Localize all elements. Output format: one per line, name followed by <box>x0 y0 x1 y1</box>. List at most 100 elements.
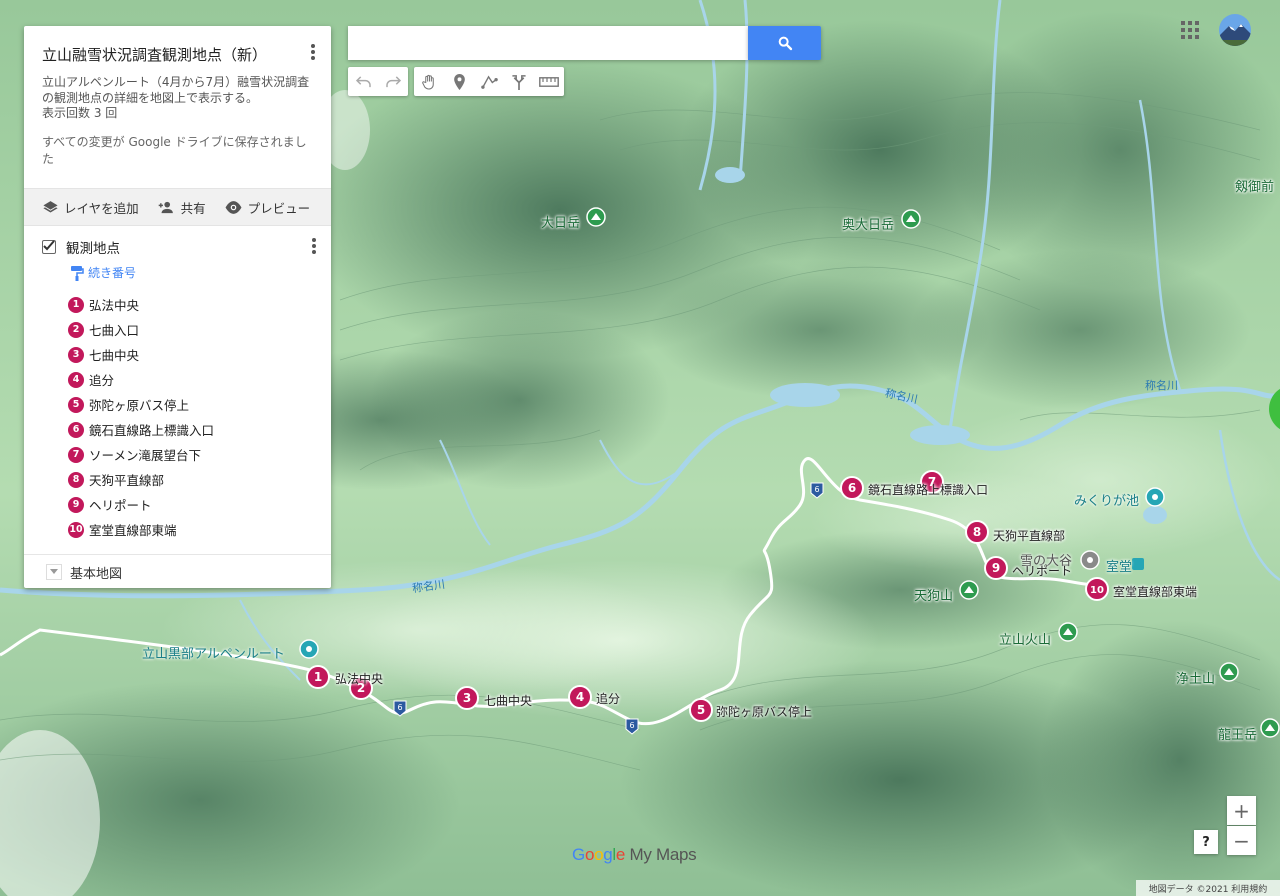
observation-point-item[interactable]: 6 鏡石直線路上標識入口 <box>68 417 214 442</box>
panel-actions: レイヤを追加 共有 プレビュー <box>24 188 331 226</box>
mountain-icon[interactable] <box>959 580 979 600</box>
add-person-icon <box>158 201 173 213</box>
route-number: 6 <box>397 703 402 712</box>
preview-button[interactable]: プレビュー <box>224 198 311 217</box>
point-number-badge: 9 <box>68 496 84 513</box>
mountain-icon[interactable] <box>1260 718 1280 738</box>
expand-arrow-icon <box>46 564 62 580</box>
observation-point-item[interactable]: 2 七曲入口 <box>68 317 214 342</box>
undo-icon <box>355 76 371 88</box>
directions-tool[interactable] <box>504 67 534 96</box>
map-marker-number: 4 <box>576 690 584 704</box>
observation-point-item[interactable]: 8 天狗平直線部 <box>68 467 214 492</box>
peak-label-dainichi: 大日岳 <box>541 216 581 231</box>
point-label: 室堂直線部東端 <box>89 523 177 538</box>
route-number: 6 <box>814 485 819 494</box>
map-marker-number: 6 <box>848 481 856 495</box>
point-number-badge: 5 <box>68 396 84 413</box>
layer-style-label: 続き番号 <box>88 266 137 280</box>
observation-point-list: 1 弘法中央 2 七曲入口 3 七曲中央 4 追分 5 弥陀ヶ原バス停上 6 鏡石直線路上標識入口 7 ソ… <box>68 292 214 542</box>
redo-button[interactable] <box>378 67 408 96</box>
marker-label-4: 追分 <box>596 692 621 706</box>
map-marker-number: 3 <box>463 691 471 705</box>
poi-pin-icon[interactable] <box>1080 550 1100 570</box>
map-marker-5[interactable]: 5 <box>689 698 713 722</box>
hand-icon <box>421 74 434 90</box>
peak-label-tengu: 天狗山 <box>914 589 954 604</box>
add-layer-button[interactable]: レイヤを追加 <box>42 198 139 217</box>
poi-label-murodo[interactable]: 室堂 <box>1106 556 1132 575</box>
peak-label-tateyama-volcano: 立山火山 <box>999 633 1052 648</box>
draw-line-tool[interactable] <box>474 67 504 96</box>
map-marker-number: 8 <box>973 525 981 539</box>
layer-header: 観測地点 <box>42 236 322 258</box>
map-marker-10[interactable]: 10 <box>1085 577 1109 601</box>
map-marker-9[interactable]: 9 <box>984 556 1008 580</box>
measure-tool[interactable] <box>534 67 564 96</box>
zoom-in-button[interactable]: + <box>1227 796 1256 825</box>
search-icon <box>778 36 792 51</box>
paint-roller-icon <box>71 265 84 281</box>
layer-title[interactable]: 観測地点 <box>66 237 120 257</box>
basemap-label: 基本地図 <box>70 566 123 582</box>
point-label: 弥陀ヶ原バス停上 <box>89 398 190 413</box>
map-marker-8[interactable]: 8 <box>965 520 989 544</box>
poi-pin-icon[interactable] <box>299 639 319 659</box>
mountain-icon[interactable] <box>1058 622 1078 642</box>
observation-point-item[interactable]: 4 追分 <box>68 367 214 392</box>
observation-point-item[interactable]: 7 ソーメン滝展望台下 <box>68 442 214 467</box>
preview-label: プレビュー <box>247 200 311 216</box>
share-button[interactable]: 共有 <box>157 198 206 217</box>
map-search-input[interactable] <box>348 26 748 60</box>
marker-label-8: 天狗平直線部 <box>993 529 1066 543</box>
mountain-icon[interactable] <box>901 209 921 229</box>
map-options-menu-icon[interactable] <box>305 42 321 64</box>
map-marker-3[interactable]: 3 <box>455 686 479 710</box>
marker-label-10: 室堂直線部東端 <box>1113 585 1198 599</box>
undo-button[interactable] <box>348 67 378 96</box>
poi-label-alpine-route[interactable]: 立山黒部アルペンルート <box>142 643 285 662</box>
map-marker-number: 5 <box>697 703 705 717</box>
zoom-out-button[interactable]: − <box>1227 826 1256 855</box>
view-count: 表示回数 3 回 <box>42 106 118 120</box>
google-apps-icon[interactable] <box>1181 21 1199 39</box>
help-button[interactable]: ? <box>1194 830 1218 854</box>
poi-pin-icon[interactable] <box>1145 487 1165 507</box>
observation-point-item[interactable]: 10 室堂直線部東端 <box>68 517 214 542</box>
map-description[interactable]: 立山アルペンルート（4月から7月）融雪状況調査の観測地点の詳細を地図上で表示する… <box>42 74 317 106</box>
ruler-icon <box>539 76 559 87</box>
mymaps-wordmark: My Maps <box>629 845 697 864</box>
search-button[interactable] <box>748 26 821 60</box>
add-marker-tool[interactable] <box>444 67 474 96</box>
observation-point-item[interactable]: 5 弥陀ヶ原バス停上 <box>68 392 214 417</box>
map-legend-panel: 立山融雪状況調査観測地点（新） 立山アルペンルート（4月から7月）融雪状況調査の… <box>24 26 331 588</box>
map-title[interactable]: 立山融雪状況調査観測地点（新） <box>42 44 267 65</box>
layer-style-link[interactable]: 続き番号 <box>70 264 136 281</box>
layer-options-menu-icon[interactable] <box>306 236 322 258</box>
point-label: 七曲入口 <box>89 323 140 338</box>
mountain-icon[interactable] <box>586 207 606 227</box>
map-marker-4[interactable]: 4 <box>568 685 592 709</box>
layer-visibility-checkbox[interactable] <box>42 240 56 254</box>
mountain-icon[interactable] <box>1219 662 1239 682</box>
bus-stop-icon[interactable] <box>1132 558 1144 570</box>
map-marker-1[interactable]: 1 <box>306 665 330 689</box>
redo-icon <box>385 76 401 88</box>
point-number-badge: 6 <box>68 421 84 438</box>
poi-label-mikurigaike[interactable]: みくりが池 <box>1074 490 1139 509</box>
point-label: ソーメン滝展望台下 <box>89 448 202 463</box>
point-number-badge: 3 <box>68 346 84 363</box>
marker-pin-icon <box>453 73 465 90</box>
map-marker-6[interactable]: 6 <box>840 476 864 500</box>
point-number-badge: 10 <box>68 521 84 538</box>
observation-point-item[interactable]: 1 弘法中央 <box>68 292 214 317</box>
observation-point-item[interactable]: 3 七曲中央 <box>68 342 214 367</box>
account-avatar[interactable] <box>1219 14 1251 46</box>
peak-label-ryuou: 龍王岳 <box>1218 728 1258 743</box>
point-label: 天狗平直線部 <box>89 473 165 488</box>
map-attribution[interactable]: 地図データ ©2021 利用規約 <box>1136 880 1280 896</box>
pan-hand-tool[interactable] <box>414 67 444 96</box>
observation-point-item[interactable]: 9 ヘリポート <box>68 492 214 517</box>
basemap-toggle[interactable]: 基本地図 <box>24 554 331 588</box>
google-wordmark: Google <box>572 845 626 864</box>
